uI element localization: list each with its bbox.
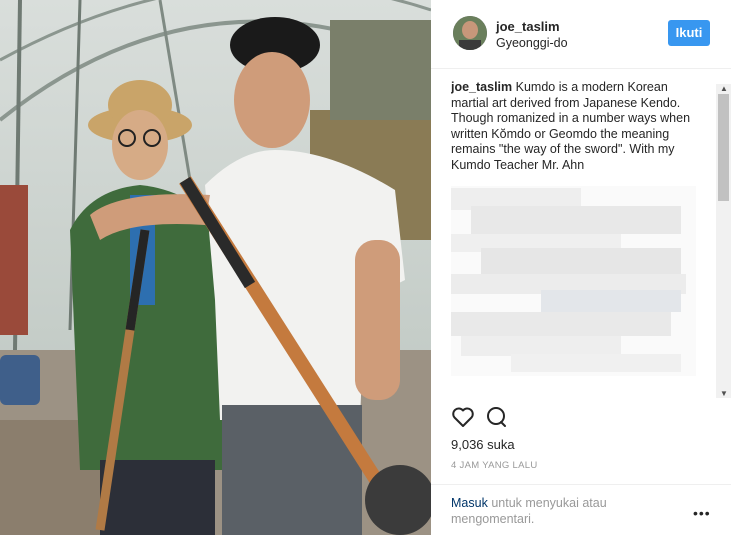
login-prompt: Masuk untuk menyukai atau mengomentari. — [451, 495, 651, 527]
scroll-down-arrow-icon[interactable]: ▼ — [720, 389, 728, 398]
avatar[interactable] — [453, 16, 487, 50]
location-link[interactable]: Gyeonggi-do — [496, 36, 568, 50]
comments-area: joe_taslim Kumdo is a modern Korean mart… — [451, 80, 719, 398]
post-photo[interactable] — [0, 0, 431, 535]
comment-footer: Masuk untuk menyukai atau mengomentari. … — [431, 484, 731, 536]
post-header: joe_taslim Gyeonggi-do Ikuti — [431, 0, 731, 69]
login-link[interactable]: Masuk — [451, 496, 488, 510]
blurred-comments — [451, 185, 696, 376]
follow-button[interactable]: Ikuti — [668, 20, 710, 46]
scrollbar-thumb[interactable] — [718, 94, 729, 201]
timestamp[interactable]: 4 JAM YANG LALU — [451, 460, 538, 471]
caption-username[interactable]: joe_taslim — [451, 80, 512, 94]
post-panel: joe_taslim Gyeonggi-do Ikuti joe_taslim … — [431, 0, 731, 535]
comments-scrollbar[interactable]: ▲ ▼ — [716, 84, 731, 398]
comment-icon[interactable] — [485, 406, 509, 433]
username-link[interactable]: joe_taslim — [496, 19, 560, 34]
caption: joe_taslim Kumdo is a modern Korean mart… — [451, 80, 696, 174]
more-options-icon[interactable]: ••• — [693, 505, 711, 521]
heart-icon[interactable] — [451, 406, 475, 433]
likes-count[interactable]: 9,036 suka — [451, 437, 515, 452]
scroll-up-arrow-icon[interactable]: ▲ — [720, 84, 728, 93]
